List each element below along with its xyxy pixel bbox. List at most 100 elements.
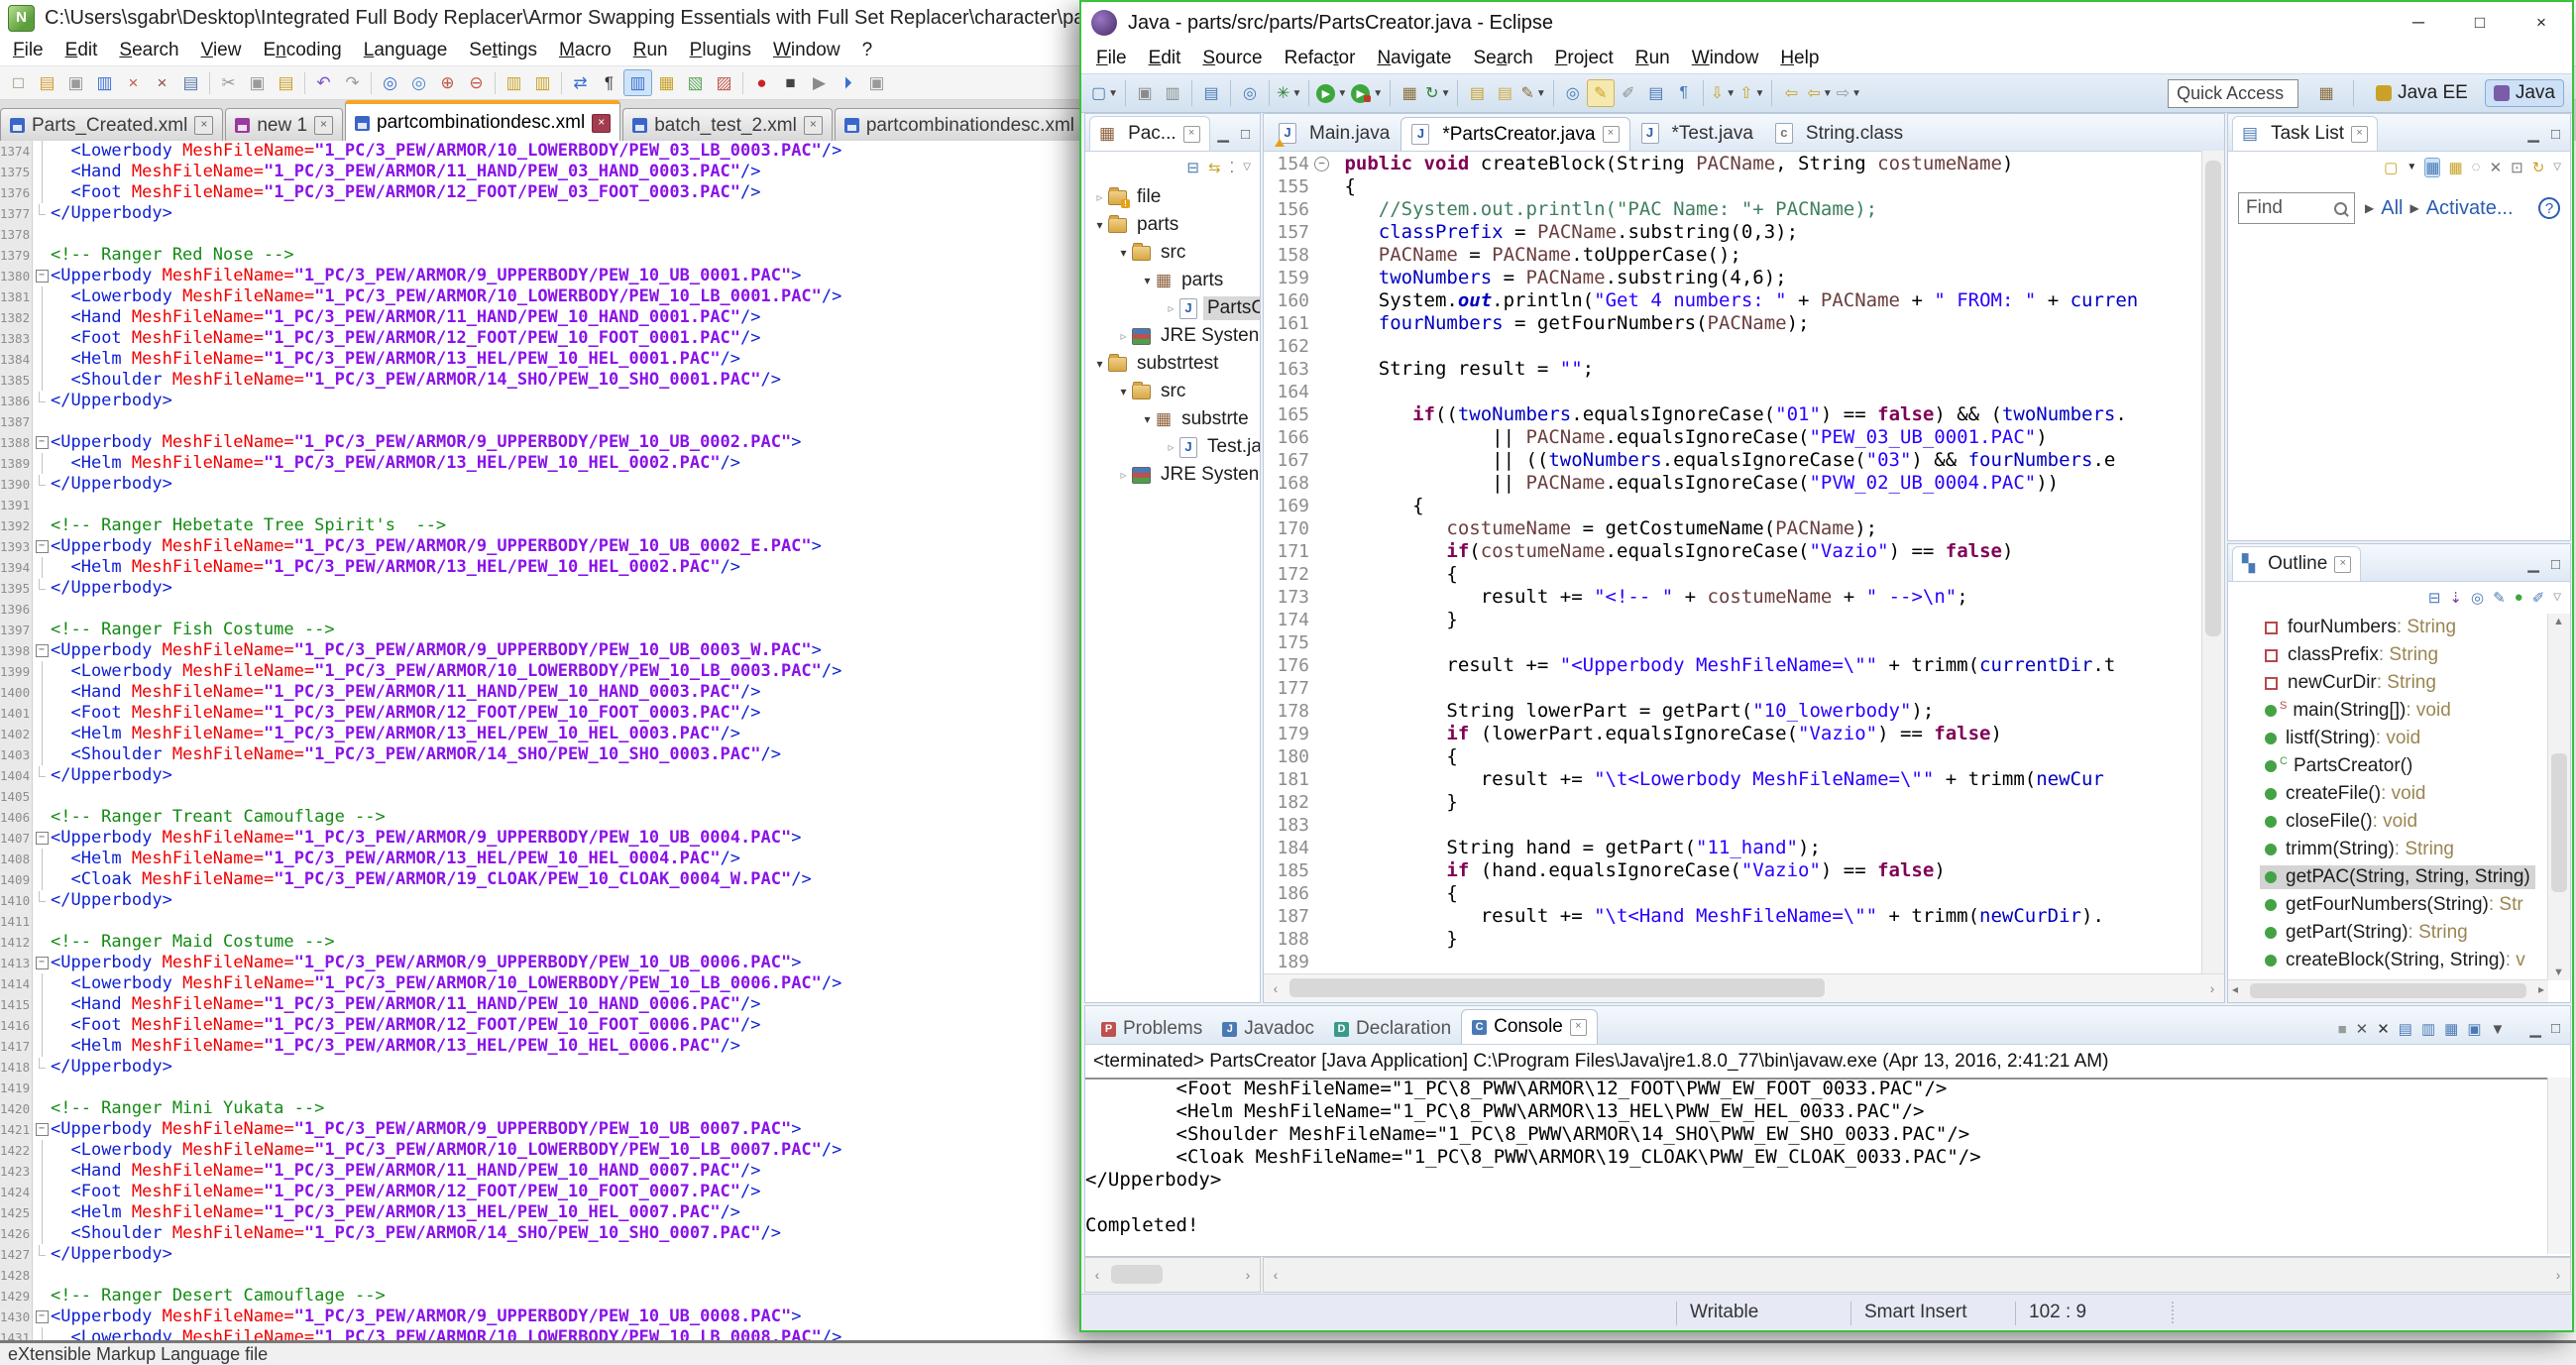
dropdown-arrow-icon[interactable]: ▼	[1755, 88, 1765, 99]
fold-marker[interactable]	[1313, 905, 1330, 928]
maximize-button[interactable]: □	[2449, 2, 2511, 44]
fold-marker[interactable]	[1313, 335, 1330, 358]
new-file-icon[interactable]: □	[4, 69, 33, 96]
fold-marker[interactable]	[1313, 472, 1330, 495]
close-button[interactable]: ×	[2511, 2, 2572, 44]
scrollbar-thumb[interactable]	[1111, 1265, 1163, 1284]
hide-fields-icon[interactable]: ◎	[2471, 589, 2484, 607]
paste-icon[interactable]: ▤	[272, 69, 300, 96]
save-icon[interactable]: ▣	[1131, 79, 1159, 107]
open-console-dropdown-icon[interactable]: ▼	[2491, 1021, 2506, 1038]
fold-marker[interactable]: −	[35, 1307, 49, 1327]
fold-marker[interactable]	[1313, 517, 1330, 540]
fold-marker[interactable]	[35, 1327, 49, 1340]
outline-item[interactable]: newCurDir : String	[2228, 669, 2548, 697]
sync-vertical-scrolling-icon[interactable]: ▥	[500, 69, 528, 96]
skip-all-breakpoints-icon[interactable]: ◎	[1236, 79, 1264, 107]
fold-marker[interactable]	[35, 786, 49, 807]
run-icon[interactable]: ▶▼	[1314, 79, 1349, 107]
editor-vertical-scrollbar[interactable]	[2201, 151, 2224, 974]
fold-marker[interactable]: −	[35, 828, 49, 849]
save-all-icon[interactable]: ▥	[1159, 79, 1186, 107]
tab-package-explorer[interactable]: ▦ Pac... ×	[1089, 116, 1210, 151]
dropdown-arrow-icon[interactable]: ▼	[1108, 88, 1118, 99]
last-edit-location-icon[interactable]: ⇦	[1777, 79, 1805, 107]
collapse-all-icon[interactable]: ⊟	[2428, 589, 2441, 607]
scroll-right-icon[interactable]: ›	[2200, 974, 2224, 1002]
minimize-view-icon[interactable]: ▁	[2527, 125, 2539, 143]
fold-marker[interactable]	[1313, 540, 1330, 563]
pin-console-icon[interactable]: ▣	[2467, 1020, 2481, 1038]
fold-collapse-icon[interactable]: −	[36, 270, 49, 283]
open-perspective-icon[interactable]: ▦	[2312, 79, 2340, 107]
sync-horizontal-scrolling-icon[interactable]: ▥	[528, 69, 557, 96]
tab-outline[interactable]: ▚ Outline ×	[2232, 546, 2361, 581]
fold-collapse-icon[interactable]: −	[36, 436, 49, 449]
tree-item-src[interactable]: ▾src	[1085, 378, 1260, 405]
fold-marker[interactable]	[1313, 495, 1330, 517]
next-annotation-icon[interactable]: ⇩▼	[1709, 79, 1737, 107]
scrollbar-thumb[interactable]	[2250, 983, 2526, 998]
scrollbar-thumb[interactable]	[1289, 978, 1825, 997]
fold-marker[interactable]	[35, 890, 49, 911]
scroll-left-icon[interactable]: ‹	[1264, 1258, 1288, 1292]
menu-item-language[interactable]: Language	[353, 40, 459, 61]
chevron-down-icon[interactable]: ▾	[1139, 274, 1156, 287]
fold-marker[interactable]	[1313, 609, 1330, 631]
outline-item[interactable]: listf(String) : void	[2228, 725, 2548, 752]
forward-icon[interactable]: ⇨▼	[1835, 79, 1863, 107]
fold-marker[interactable]	[1313, 403, 1330, 426]
tree-item-test-ja[interactable]: ▹JTest.ja	[1085, 433, 1260, 461]
fold-marker[interactable]	[35, 557, 49, 578]
java-editor[interactable]: 1541551561571581591601611621631641651661…	[1264, 151, 2224, 974]
fold-marker[interactable]	[35, 162, 49, 182]
fold-marker[interactable]	[35, 724, 49, 744]
cut-icon[interactable]: ✂	[214, 69, 243, 96]
redo-icon[interactable]: ↷	[338, 69, 367, 96]
fold-marker[interactable]	[1313, 358, 1330, 381]
fold-marker[interactable]	[1313, 426, 1330, 449]
show-all-characters-icon[interactable]: ¶	[595, 69, 623, 96]
find-icon[interactable]: ◎	[376, 69, 404, 96]
menu-item-run[interactable]: Run	[622, 40, 679, 61]
fold-marker[interactable]	[35, 245, 49, 266]
document-tab[interactable]: batch_test_2.xml×	[622, 108, 833, 142]
menu-item-project[interactable]: Project	[1544, 48, 1624, 69]
tab-console[interactable]: CConsole×	[1461, 1009, 1598, 1044]
menu-item-[interactable]: ?	[851, 40, 884, 61]
new-java-project-icon[interactable]: ▦	[1396, 79, 1423, 107]
fold-marker[interactable]	[1313, 951, 1330, 973]
open-type-icon[interactable]: ▤	[1491, 79, 1518, 107]
document-tab[interactable]: Parts_Created.xml×	[0, 108, 223, 142]
fold-marker[interactable]	[35, 1223, 49, 1244]
fold-marker[interactable]	[1313, 791, 1330, 814]
tree-item-partsc[interactable]: ▹JPartsC	[1085, 294, 1260, 322]
scrollbar-thumb[interactable]	[2205, 161, 2221, 636]
close-icon[interactable]: ×	[2334, 556, 2351, 573]
fold-marker[interactable]: −	[1313, 153, 1330, 175]
fold-marker[interactable]	[35, 1057, 49, 1078]
maximize-view-icon[interactable]: □	[1241, 126, 1250, 143]
close-icon[interactable]: ×	[2351, 126, 2368, 143]
fold-marker[interactable]	[35, 620, 49, 640]
folder-as-workspace-icon[interactable]: ▨	[710, 69, 738, 96]
fold-marker[interactable]	[35, 1140, 49, 1161]
zoom-in-icon[interactable]: ⊕	[433, 69, 462, 96]
tab-javadoc[interactable]: JJavadoc	[1212, 1014, 1324, 1044]
chevron-right-icon[interactable]: ▶	[2365, 201, 2374, 215]
menu-item-refactor[interactable]: Refactor	[1274, 48, 1367, 69]
minimize-view-icon[interactable]: ▁	[2527, 555, 2539, 573]
document-map-icon[interactable]: ▧	[681, 69, 710, 96]
fold-marker[interactable]	[35, 849, 49, 869]
record-macro-icon[interactable]: ●	[747, 69, 776, 96]
zoom-out-icon[interactable]: ⊖	[462, 69, 491, 96]
fold-marker[interactable]	[35, 474, 49, 495]
dropdown-arrow-icon[interactable]: ▼	[1536, 88, 1546, 99]
tree-item-jre-systen[interactable]: ▹JRE Systen	[1085, 322, 1260, 350]
chevron-right-icon[interactable]: ▹	[1115, 329, 1132, 343]
fold-marker[interactable]	[35, 203, 49, 224]
fold-collapse-icon[interactable]: −	[36, 1310, 49, 1323]
document-tab[interactable]: partcombinationdesc.xml×	[345, 100, 620, 142]
group-by-icon[interactable]: ⊡	[2511, 159, 2523, 176]
minimize-view-icon[interactable]: ▁	[1217, 125, 1229, 143]
